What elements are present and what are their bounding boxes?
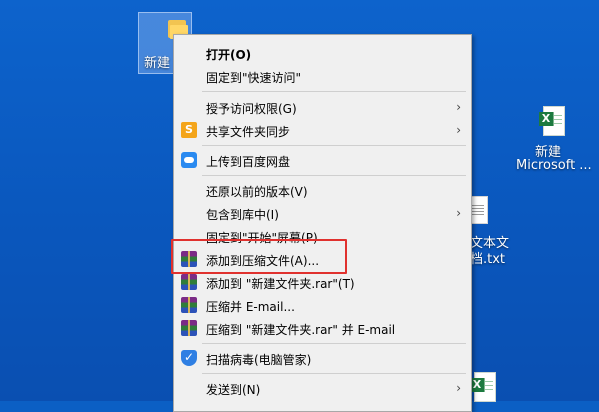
menu-item-grant-access[interactable]: 授予访问权限(G) › [174,96,471,118]
chevron-right-icon: › [456,123,461,137]
menu-item-label: 打开(O) [206,48,252,62]
menu-separator [202,343,466,344]
menu-item-scan-virus[interactable]: 扫描病毒(电脑管家) [174,347,471,369]
menu-item-restore-versions[interactable]: 还原以前的版本(V) [174,179,471,201]
menu-separator [202,175,466,176]
winrar-icon [181,320,197,336]
baidu-cloud-icon [181,152,197,168]
menu-item-send-to[interactable]: 发送到(N) › [174,377,471,399]
text-file-label-line2: 档.txt [470,252,506,267]
menu-item-label: 压缩到 "新建文件夹.rar" 并 E-mail [206,323,396,337]
menu-item-label: 扫描病毒(电脑管家) [206,353,312,367]
menu-item-compress-to-rar-email[interactable]: 压缩到 "新建文件夹.rar" 并 E-mail [174,317,471,339]
menu-item-add-to-rar[interactable]: 添加到 "新建文件夹.rar"(T) [174,271,471,293]
chevron-right-icon: › [456,381,461,395]
menu-item-include-library[interactable]: 包含到库中(I) › [174,202,471,224]
menu-item-label: 压缩并 E-mail... [206,300,295,314]
excel-file-icon-bottom[interactable]: X [470,372,496,402]
menu-separator [202,373,466,374]
menu-item-open[interactable]: 打开(O) [174,42,471,64]
menu-item-label: 发送到(N) [206,383,261,397]
menu-item-label: 添加到 "新建文件夹.rar"(T) [206,277,355,291]
menu-item-label: 还原以前的版本(V) [206,185,308,199]
menu-separator [202,91,466,92]
chevron-right-icon: › [456,100,461,114]
excel-label-line2: Microsoft ... [516,158,592,173]
share-sync-icon: S [181,122,197,138]
menu-item-share-sync[interactable]: S 共享文件夹同步 › [174,119,471,141]
menu-item-label: 授予访问权限(G) [206,102,297,116]
menu-item-upload-baidu[interactable]: 上传到百度网盘 [174,149,471,171]
menu-item-compress-email[interactable]: 压缩并 E-mail... [174,294,471,316]
annotation-highlight-box [171,239,347,274]
menu-separator [202,145,466,146]
winrar-icon [181,274,197,290]
winrar-icon [181,297,197,313]
menu-item-label: 固定到"快速访问" [206,71,302,85]
menu-item-pin-quick-access[interactable]: 固定到"快速访问" [174,65,471,87]
menu-item-label: 包含到库中(I) [206,208,279,222]
chevron-right-icon: › [456,206,461,220]
menu-item-label: 上传到百度网盘 [206,155,291,169]
context-menu: 打开(O) 固定到"快速访问" 授予访问权限(G) › S 共享文件夹同步 › … [173,34,472,412]
menu-item-label: 共享文件夹同步 [206,125,291,139]
excel-file-icon[interactable]: X [539,106,565,136]
security-shield-icon [181,350,197,366]
